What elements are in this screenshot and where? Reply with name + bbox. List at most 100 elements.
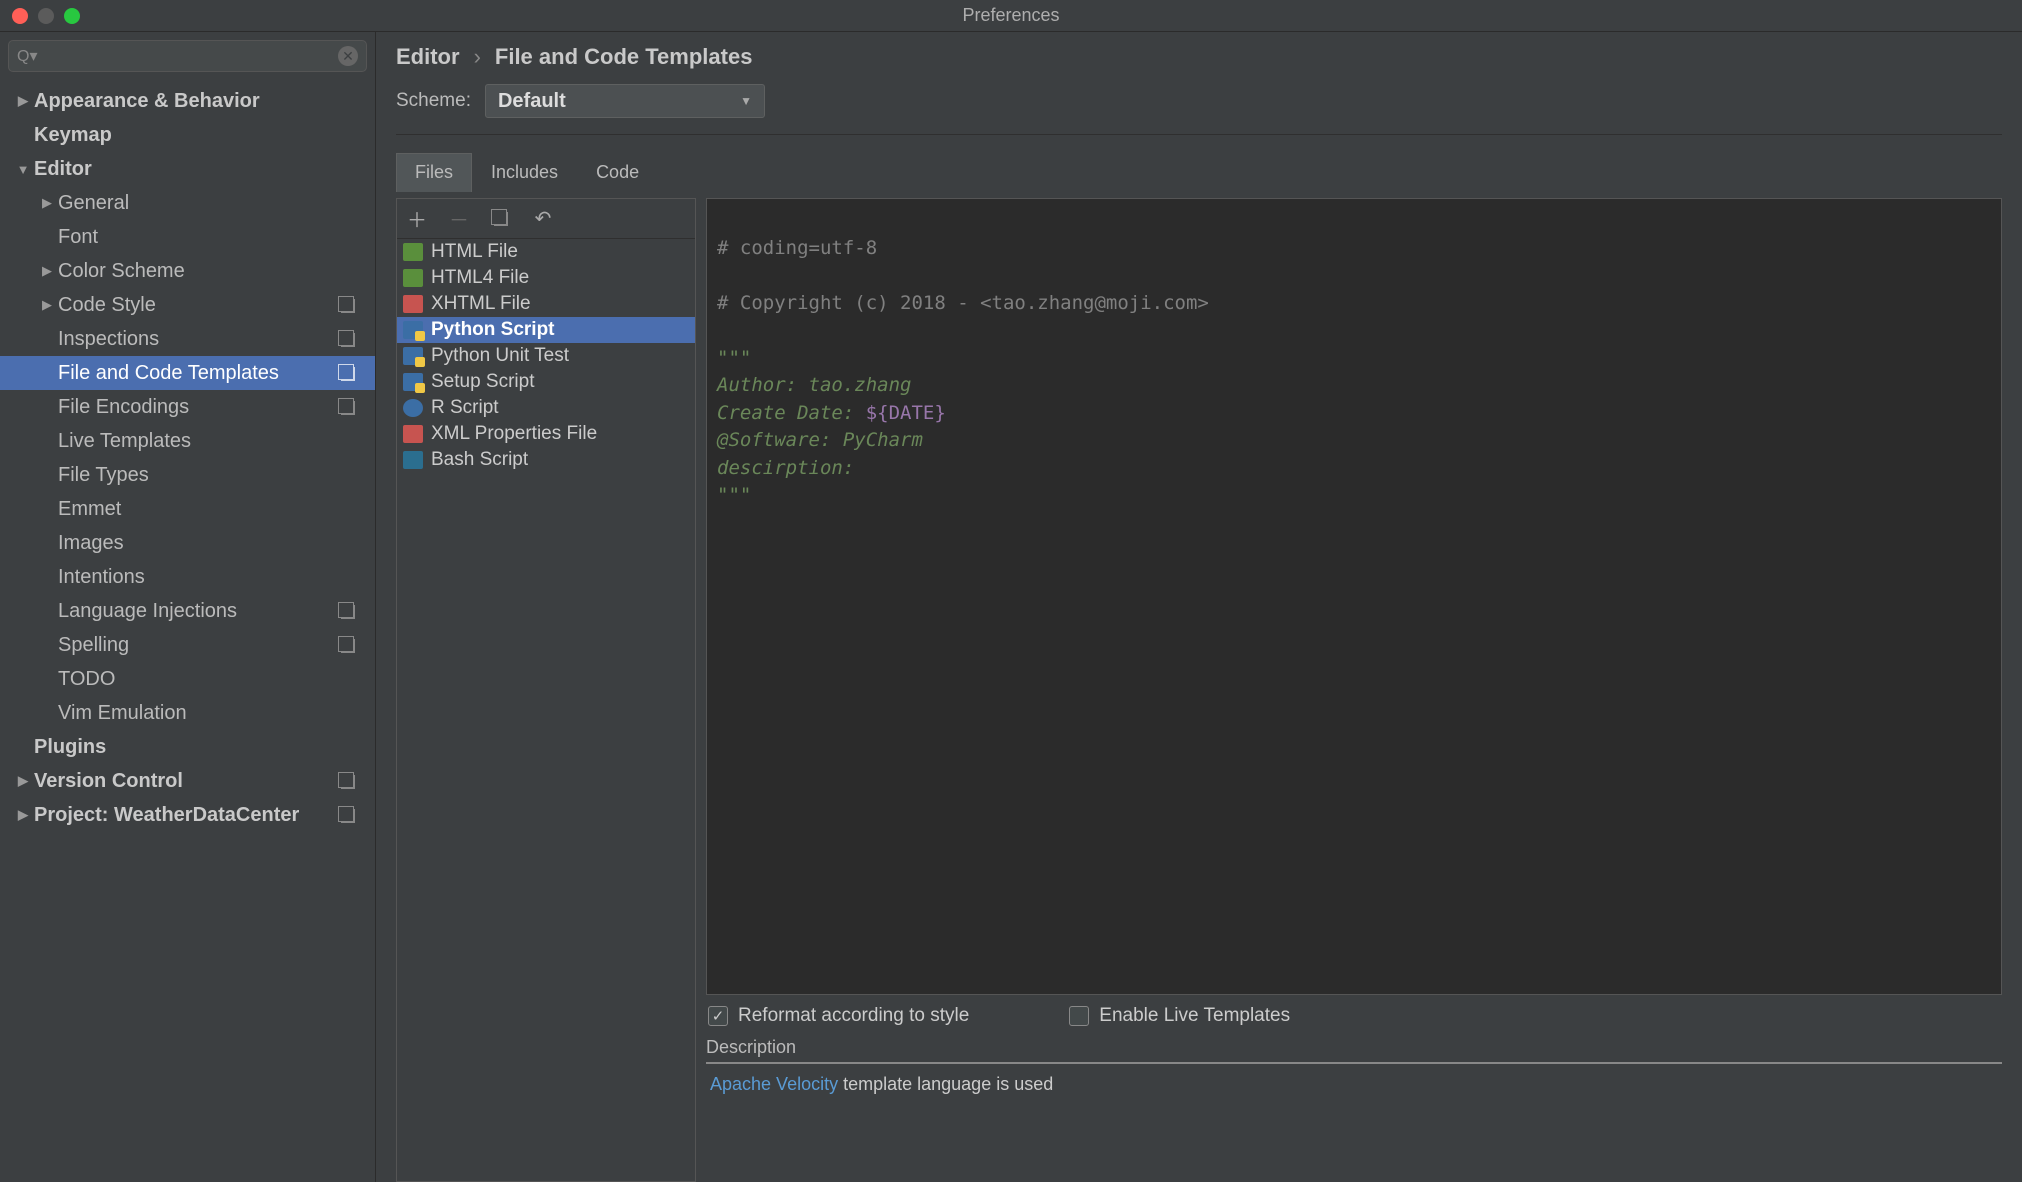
breadcrumb-separator: › (474, 44, 481, 70)
code-line: Create Date: (717, 402, 866, 424)
minimize-window-button[interactable] (38, 8, 54, 24)
sidebar-item-plugins[interactable]: Plugins (0, 730, 375, 764)
sidebar-item-label: File Encodings (58, 396, 189, 419)
bash-file-icon (403, 451, 423, 469)
template-code-editor[interactable]: # coding=utf-8 # Copyright (c) 2018 - <t… (706, 198, 2002, 995)
sidebar-item-file-types[interactable]: File Types (0, 458, 375, 492)
template-item-bash-script[interactable]: Bash Script (397, 447, 695, 473)
reformat-checkbox[interactable]: Reformat according to style (708, 1005, 969, 1027)
template-item-label: Setup Script (431, 371, 535, 393)
sidebar-item-general[interactable]: ▶General (0, 186, 375, 220)
description-link[interactable]: Apache Velocity (710, 1074, 838, 1094)
project-scope-icon (341, 636, 359, 654)
sidebar-item-spelling[interactable]: Spelling (0, 628, 375, 662)
add-template-button[interactable]: ＋ (405, 207, 429, 231)
sidebar-item-label: Code Style (58, 294, 156, 317)
clear-search-icon[interactable]: ✕ (338, 46, 358, 66)
sidebar-item-code-style[interactable]: ▶Code Style (0, 288, 375, 322)
sidebar-item-label: Spelling (58, 634, 129, 657)
template-item-python-script[interactable]: Python Script (397, 317, 695, 343)
project-scope-icon (341, 398, 359, 416)
maximize-window-button[interactable] (64, 8, 80, 24)
description-box: Apache Velocity template language is use… (706, 1062, 2002, 1182)
project-scope-icon (341, 330, 359, 348)
sidebar-item-intentions[interactable]: Intentions (0, 560, 375, 594)
sidebar-item-live-templates[interactable]: Live Templates (0, 424, 375, 458)
sidebar-item-language-injections[interactable]: Language Injections (0, 594, 375, 628)
template-item-html-file[interactable]: HTML File (397, 239, 695, 265)
search-input[interactable]: Q▾ ✕ (8, 40, 367, 72)
template-item-setup-script[interactable]: Setup Script (397, 369, 695, 395)
sidebar-item-file-and-code-templates[interactable]: File and Code Templates (0, 356, 375, 390)
close-window-button[interactable] (12, 8, 28, 24)
expand-icon: ▶ (36, 297, 58, 313)
template-item-label: Python Unit Test (431, 345, 569, 367)
sidebar-item-images[interactable]: Images (0, 526, 375, 560)
sidebar-item-label: Inspections (58, 328, 159, 351)
template-item-label: R Script (431, 397, 499, 419)
expand-icon: ▶ (12, 93, 34, 109)
template-item-label: Bash Script (431, 449, 528, 471)
sidebar-item-label: General (58, 192, 129, 215)
sidebar-item-font[interactable]: Font (0, 220, 375, 254)
html-file-icon (403, 243, 423, 261)
sidebar-item-version-control[interactable]: ▶Version Control (0, 764, 375, 798)
sidebar-item-label: Keymap (34, 124, 112, 147)
tab-code[interactable]: Code (577, 153, 658, 192)
project-scope-icon (341, 806, 359, 824)
live-templates-label: Enable Live Templates (1099, 1005, 1290, 1027)
live-templates-checkbox[interactable]: Enable Live Templates (1069, 1005, 1290, 1027)
window-titlebar: Preferences (0, 0, 2022, 32)
py-file-icon (403, 347, 423, 365)
expand-icon: ▶ (12, 807, 34, 823)
sidebar-item-emmet[interactable]: Emmet (0, 492, 375, 526)
tab-files[interactable]: Files (396, 153, 472, 192)
sidebar-item-color-scheme[interactable]: ▶Color Scheme (0, 254, 375, 288)
copy-template-button[interactable] (489, 207, 513, 231)
sidebar-item-file-encodings[interactable]: File Encodings (0, 390, 375, 424)
sidebar-item-inspections[interactable]: Inspections (0, 322, 375, 356)
template-item-xml-properties-file[interactable]: XML Properties File (397, 421, 695, 447)
template-item-xhtml-file[interactable]: XHTML File (397, 291, 695, 317)
code-line: """ (717, 347, 751, 369)
code-line: """ (717, 484, 751, 506)
sidebar-item-label: Images (58, 532, 124, 555)
breadcrumb: Editor › File and Code Templates (396, 44, 2002, 70)
sidebar-item-editor[interactable]: ▼Editor (0, 152, 375, 186)
sidebar-item-label: Appearance & Behavior (34, 90, 260, 113)
code-line: Author: tao.zhang (717, 374, 911, 396)
sidebar-item-project-weatherdatacenter[interactable]: ▶Project: WeatherDataCenter (0, 798, 375, 832)
template-item-label: HTML File (431, 241, 518, 263)
sidebar-item-todo[interactable]: TODO (0, 662, 375, 696)
settings-tree: ▶Appearance & BehaviorKeymap▼Editor▶Gene… (0, 80, 375, 1182)
revert-template-button[interactable]: ↶ (531, 207, 555, 231)
tab-includes[interactable]: Includes (472, 153, 577, 192)
checkbox-icon (708, 1006, 728, 1026)
scheme-select[interactable]: Default ▼ (485, 84, 765, 118)
scheme-value: Default (498, 90, 566, 113)
reformat-label: Reformat according to style (738, 1005, 969, 1027)
sidebar-item-label: Plugins (34, 736, 106, 759)
sidebar-item-vim-emulation[interactable]: Vim Emulation (0, 696, 375, 730)
code-line: descirption: (717, 457, 854, 479)
code-line: # coding=utf-8 (717, 237, 877, 259)
sidebar-item-label: File and Code Templates (58, 362, 279, 385)
code-line: @Software: PyCharm (717, 429, 923, 451)
description-text: template language is used (838, 1074, 1053, 1094)
sidebar-item-appearance-behavior[interactable]: ▶Appearance & Behavior (0, 84, 375, 118)
template-item-python-unit-test[interactable]: Python Unit Test (397, 343, 695, 369)
template-list-panel: ＋ － ↶ HTML FileHTML4 FileXHTML FilePytho… (396, 198, 696, 1182)
sidebar-item-label: Project: WeatherDataCenter (34, 804, 299, 827)
code-line: # Copyright (c) 2018 - <tao.zhang@moji.c… (717, 292, 1209, 314)
sidebar-item-keymap[interactable]: Keymap (0, 118, 375, 152)
template-item-r-script[interactable]: R Script (397, 395, 695, 421)
sidebar-item-label: Color Scheme (58, 260, 185, 283)
template-item-label: HTML4 File (431, 267, 529, 289)
project-scope-icon (341, 364, 359, 382)
expand-icon: ▼ (12, 162, 34, 177)
expand-icon: ▶ (12, 773, 34, 789)
template-tabs: FilesIncludesCode (396, 153, 2002, 192)
template-item-html4-file[interactable]: HTML4 File (397, 265, 695, 291)
sidebar-item-label: TODO (58, 668, 115, 691)
xhtml-file-icon (403, 295, 423, 313)
